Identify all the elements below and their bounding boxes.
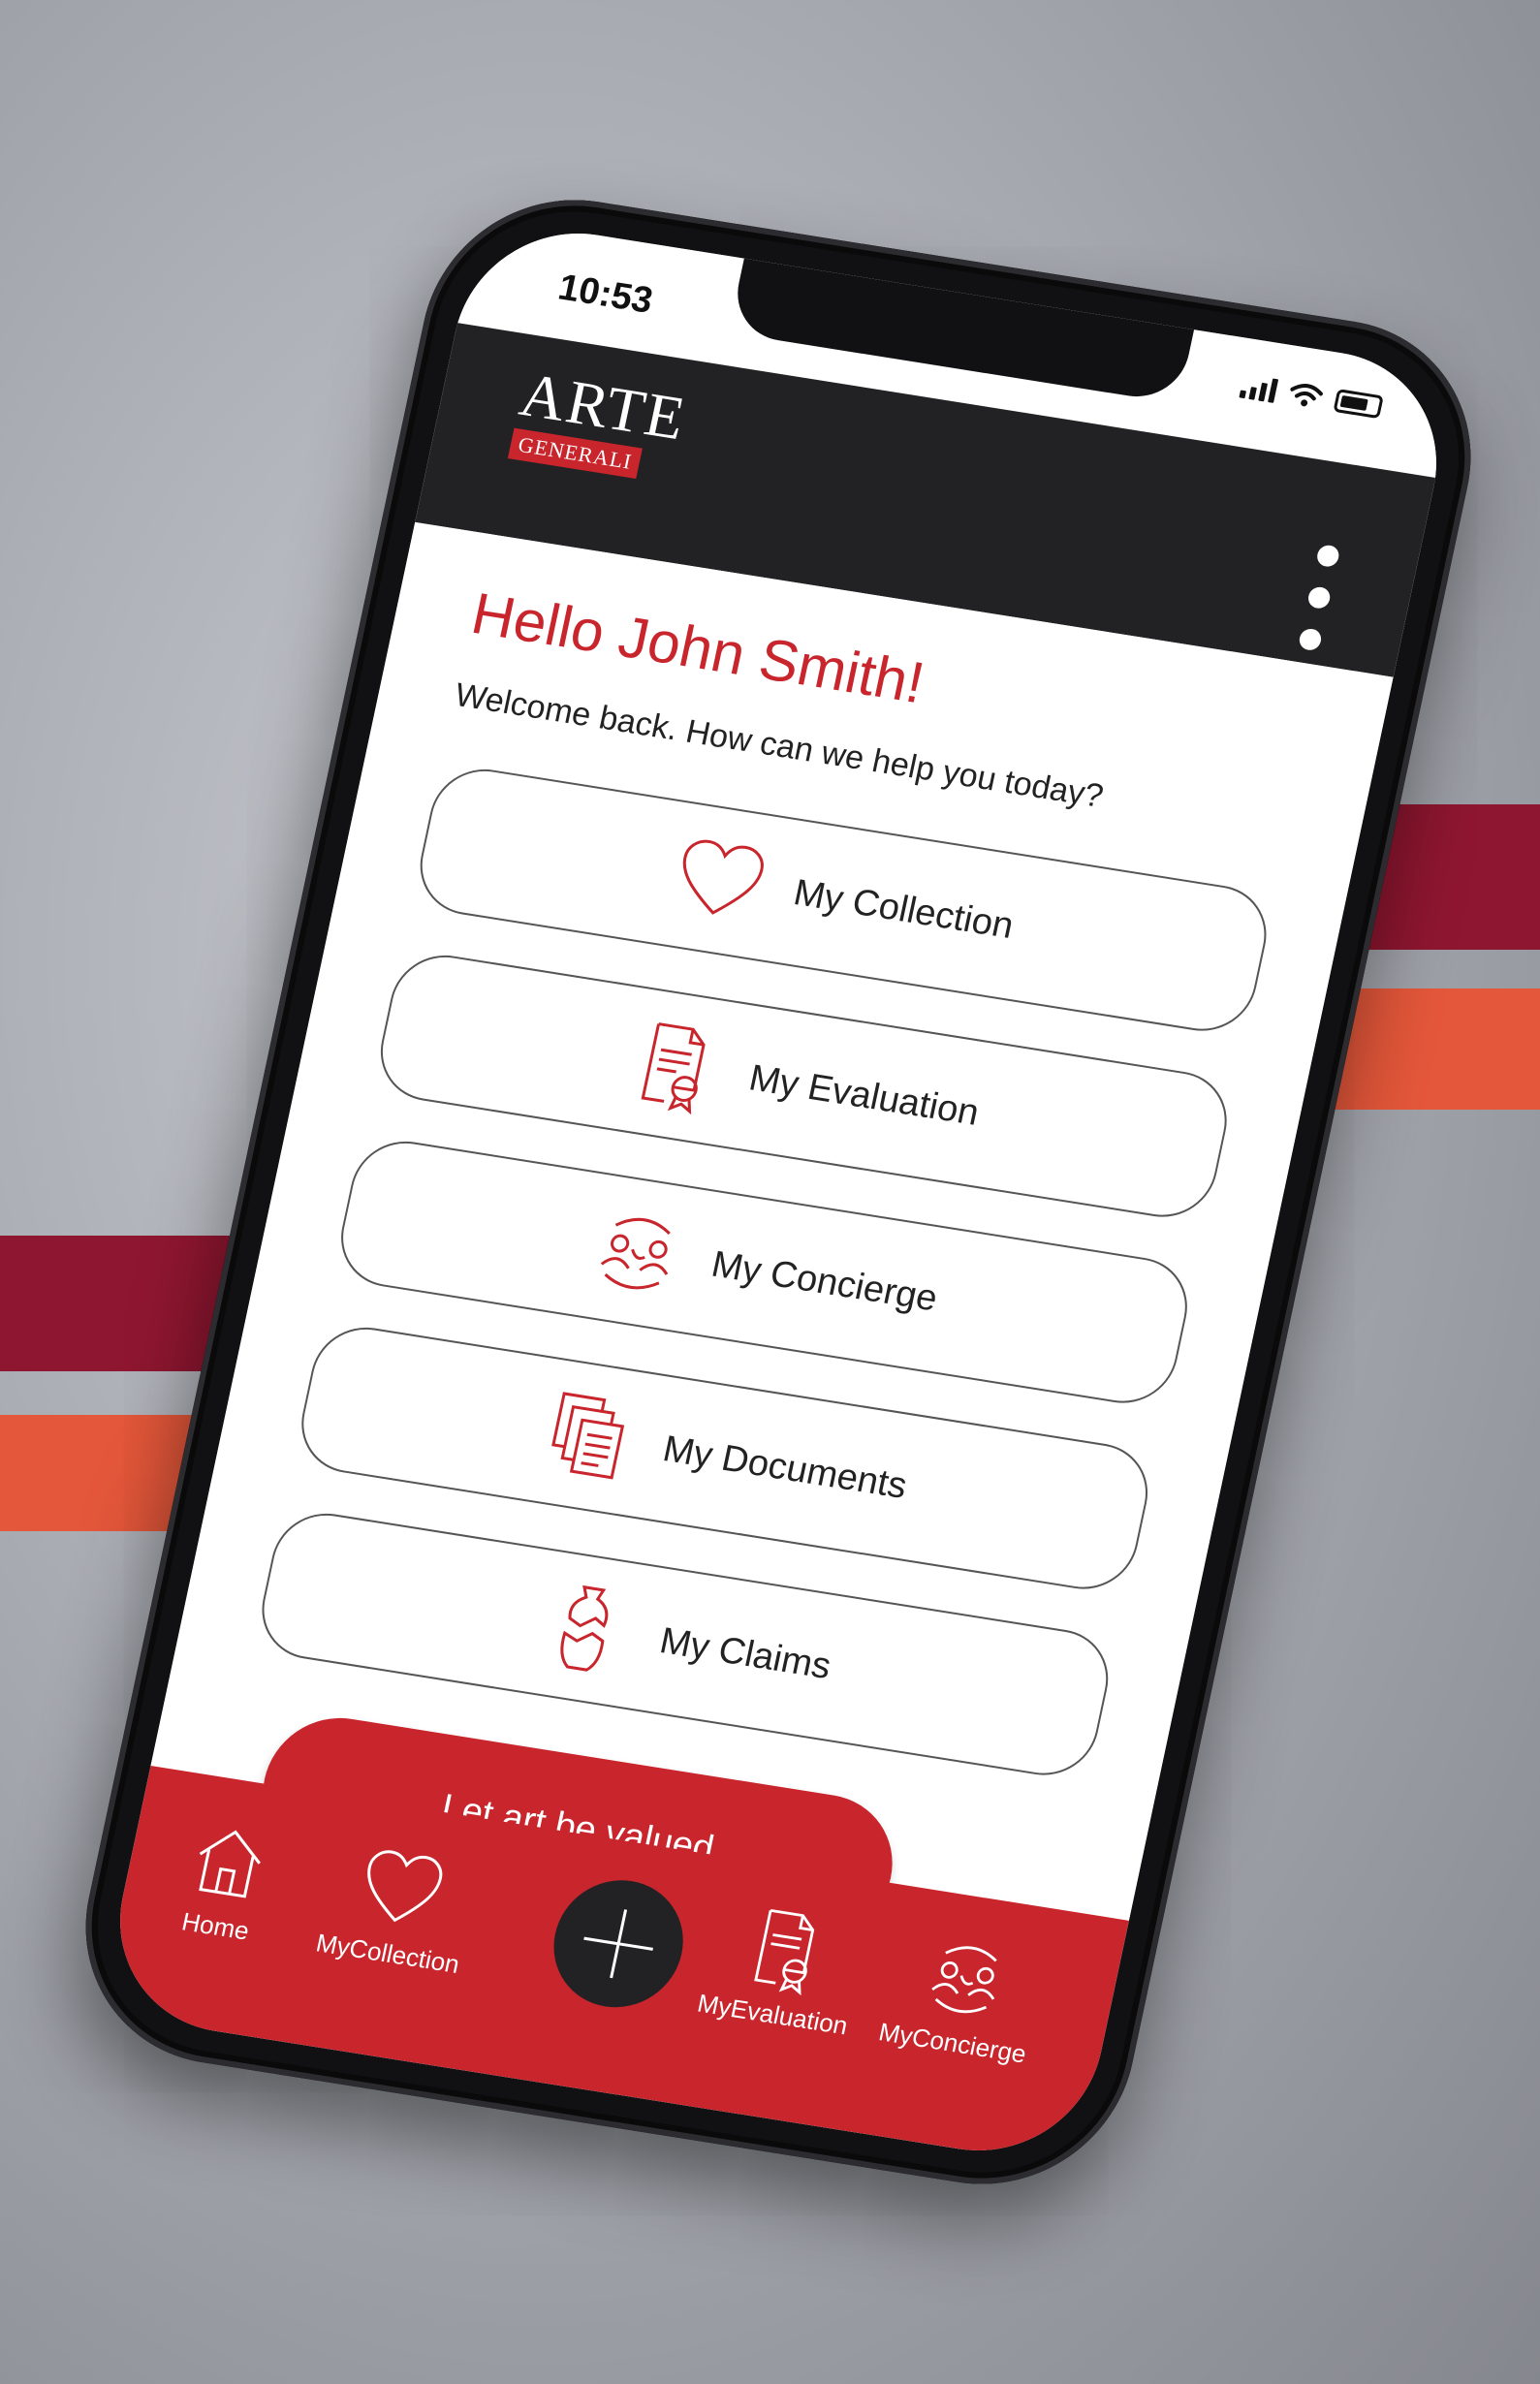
my-documents-label: My Documents	[659, 1427, 911, 1507]
tab-my-collection-label: MyCollection	[313, 1928, 462, 1979]
certificate-icon	[754, 1909, 815, 1996]
plus-icon	[583, 1909, 653, 1979]
my-concierge-label: My Concierge	[707, 1243, 941, 1320]
app-screen: 10:53 ARTE GENERALI Hello John Smith! We…	[98, 216, 1459, 2168]
tab-my-concierge[interactable]: MyConcierge	[864, 1922, 1062, 2072]
my-claims-label: My Claims	[656, 1619, 835, 1687]
tab-home[interactable]: Home	[126, 1805, 325, 1956]
tab-my-evaluation-label: MyEvaluation	[695, 1988, 851, 2041]
add-button[interactable]	[542, 1870, 696, 2017]
more-options-icon[interactable]	[1279, 541, 1359, 654]
concierge-icon	[931, 1946, 997, 2014]
battery-icon	[1333, 389, 1384, 420]
signal-icon	[1239, 373, 1279, 403]
documents-icon	[551, 1392, 625, 1480]
tab-home-label: Home	[178, 1906, 252, 1946]
status-icons	[1239, 373, 1384, 420]
wifi-icon	[1290, 384, 1323, 407]
my-evaluation-label: My Evaluation	[745, 1056, 983, 1134]
home-menu: My Collection My Evaluation My Concierge…	[243, 762, 1276, 1824]
tab-my-concierge-label: MyConcierge	[876, 2017, 1029, 2069]
phone-device: 10:53 ARTE GENERALI Hello John Smith! We…	[58, 178, 1498, 2206]
heart-icon	[682, 839, 764, 915]
concierge-icon	[600, 1217, 671, 1290]
my-collection-label: My Collection	[790, 871, 1018, 947]
heart-icon	[367, 1850, 443, 1923]
certificate-icon	[641, 1022, 706, 1115]
tab-my-collection[interactable]: MyCollection	[299, 1833, 497, 1983]
status-time: 10:53	[554, 267, 657, 322]
home-icon	[199, 1830, 262, 1898]
arte-generali-logo[interactable]: ARTE GENERALI	[507, 360, 709, 487]
broken-vase-icon	[560, 1584, 609, 1672]
tab-my-evaluation[interactable]: MyEvaluation	[683, 1894, 882, 2044]
